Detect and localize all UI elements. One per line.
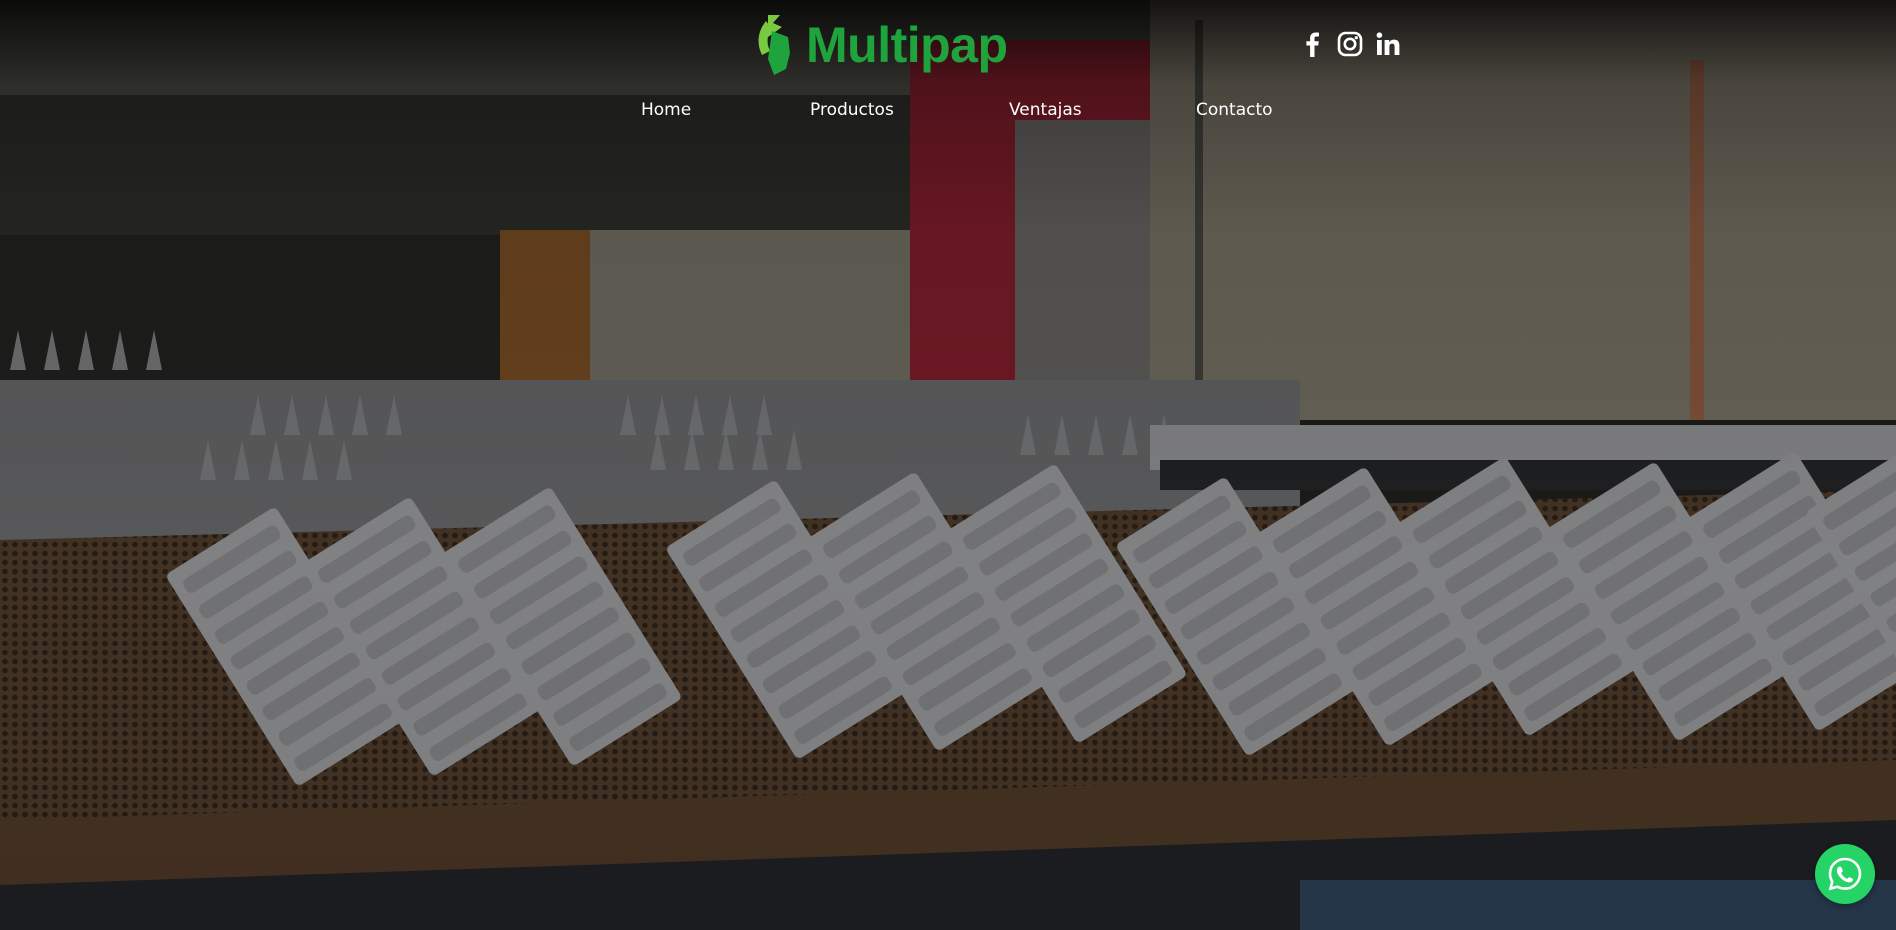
brand-name: Multipap [806, 17, 1008, 73]
linkedin-icon[interactable] [1374, 30, 1402, 58]
leaf-arrow-logo-icon [758, 15, 790, 75]
nav-link-ventajas[interactable]: Ventajas [1009, 98, 1082, 122]
instagram-icon[interactable] [1336, 30, 1364, 58]
site-logo[interactable]: Multipap [754, 12, 1008, 78]
nav-link-productos[interactable]: Productos [810, 98, 894, 122]
hero-dark-overlay [0, 0, 1896, 930]
whatsapp-button[interactable] [1815, 844, 1875, 904]
nav-link-home[interactable]: Home [641, 98, 691, 122]
main-nav: Home Productos Ventajas Contacto [0, 98, 1896, 122]
social-links [1298, 30, 1402, 58]
nav-link-contacto[interactable]: Contacto [1196, 98, 1273, 122]
hero-section: Multipap Home Productos Ventajas Contact… [0, 0, 1896, 930]
facebook-icon[interactable] [1298, 30, 1326, 58]
whatsapp-icon [1828, 857, 1862, 891]
